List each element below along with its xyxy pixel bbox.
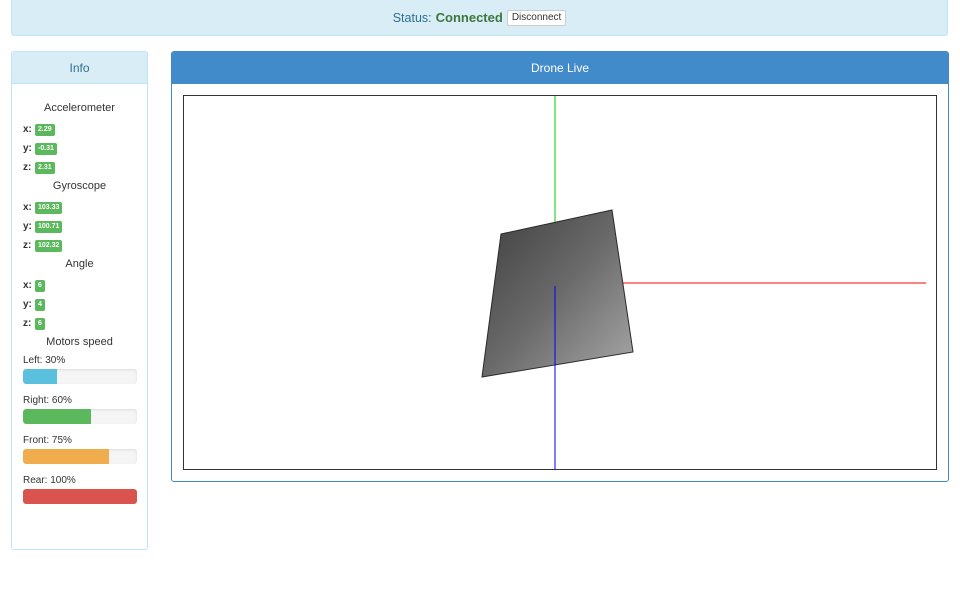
angle-title: Angle <box>65 258 94 270</box>
angle-z-row: z: 6 <box>23 317 136 330</box>
motor-rear-label: Rear: 100% <box>23 475 76 486</box>
drone-live-title: Drone Live <box>172 52 948 84</box>
angle-x-badge: 6 <box>35 279 45 292</box>
axis-label: y: <box>23 221 32 232</box>
accelerometer-x-badge: 2.29 <box>35 123 55 136</box>
motor-front-bar <box>23 449 109 464</box>
axis-label: x: <box>23 280 32 291</box>
motor-front-progress <box>23 449 137 464</box>
status-label: Status: <box>392 10 432 25</box>
angle-y-row: y: 4 <box>23 298 136 311</box>
motor-rear-progress <box>23 489 137 504</box>
axis-label: z: <box>23 240 32 251</box>
motor-front-label: Front: 75% <box>23 435 72 446</box>
drone-live-panel: Drone Live <box>171 51 949 482</box>
accelerometer-y-row: y: -0.31 <box>23 142 136 155</box>
drone-body <box>481 209 634 378</box>
accelerometer-z-row: z: 2.31 <box>23 161 136 174</box>
gyroscope-y-row: y: 100.71 <box>23 220 136 233</box>
motors-speed-title: Motors speed <box>46 336 113 348</box>
gyroscope-z-badge: 102.32 <box>35 239 63 252</box>
status-value: Connected <box>435 10 503 25</box>
gyroscope-x-row: x: 103.33 <box>23 201 136 214</box>
motor-left-bar <box>23 369 58 384</box>
drone-3d-scene <box>481 96 926 469</box>
axis-label: y: <box>23 143 32 154</box>
motor-rear: Rear: 100% <box>23 474 137 504</box>
motor-rear-bar <box>23 489 137 504</box>
motor-left: Left: 30% <box>23 354 137 384</box>
axis-label: x: <box>23 124 32 135</box>
gyroscope-title: Gyroscope <box>52 180 107 192</box>
angle-y-badge: 4 <box>35 298 45 311</box>
accelerometer-x-row: x: 2.29 <box>23 123 136 136</box>
motor-front: Front: 75% <box>23 434 137 464</box>
drone-3d-viewport[interactable] <box>183 95 937 470</box>
motor-right-bar <box>23 409 92 424</box>
motor-right-label: Right: 60% <box>23 395 72 406</box>
gyroscope-z-row: z: 102.32 <box>23 239 136 252</box>
motor-left-progress <box>23 369 137 384</box>
accelerometer-y-badge: -0.31 <box>35 142 57 155</box>
axis-label: z: <box>23 162 32 173</box>
motor-right: Right: 60% <box>23 394 137 424</box>
angle-x-row: x: 6 <box>23 279 136 292</box>
disconnect-button[interactable]: Disconnect <box>506 9 567 26</box>
axis-label: y: <box>23 299 32 310</box>
info-panel-title: Info <box>12 52 147 84</box>
accelerometer-title: Accelerometer <box>44 102 115 114</box>
angle-z-badge: 6 <box>35 317 45 330</box>
motor-right-progress <box>23 409 137 424</box>
info-panel-body: Accelerometer x: 2.29 y: -0.31 z: 2.31 G… <box>12 102 147 504</box>
gyroscope-x-badge: 103.33 <box>35 201 63 214</box>
gyroscope-y-badge: 100.71 <box>35 220 63 233</box>
info-panel: Info Accelerometer x: 2.29 y: -0.31 z: 2… <box>11 51 148 550</box>
axis-label: x: <box>23 202 32 213</box>
status-bar: Status: Connected Disconnect <box>11 0 948 36</box>
motor-left-label: Left: 30% <box>23 355 66 366</box>
accelerometer-z-badge: 2.31 <box>35 161 55 174</box>
axis-label: z: <box>23 318 32 329</box>
